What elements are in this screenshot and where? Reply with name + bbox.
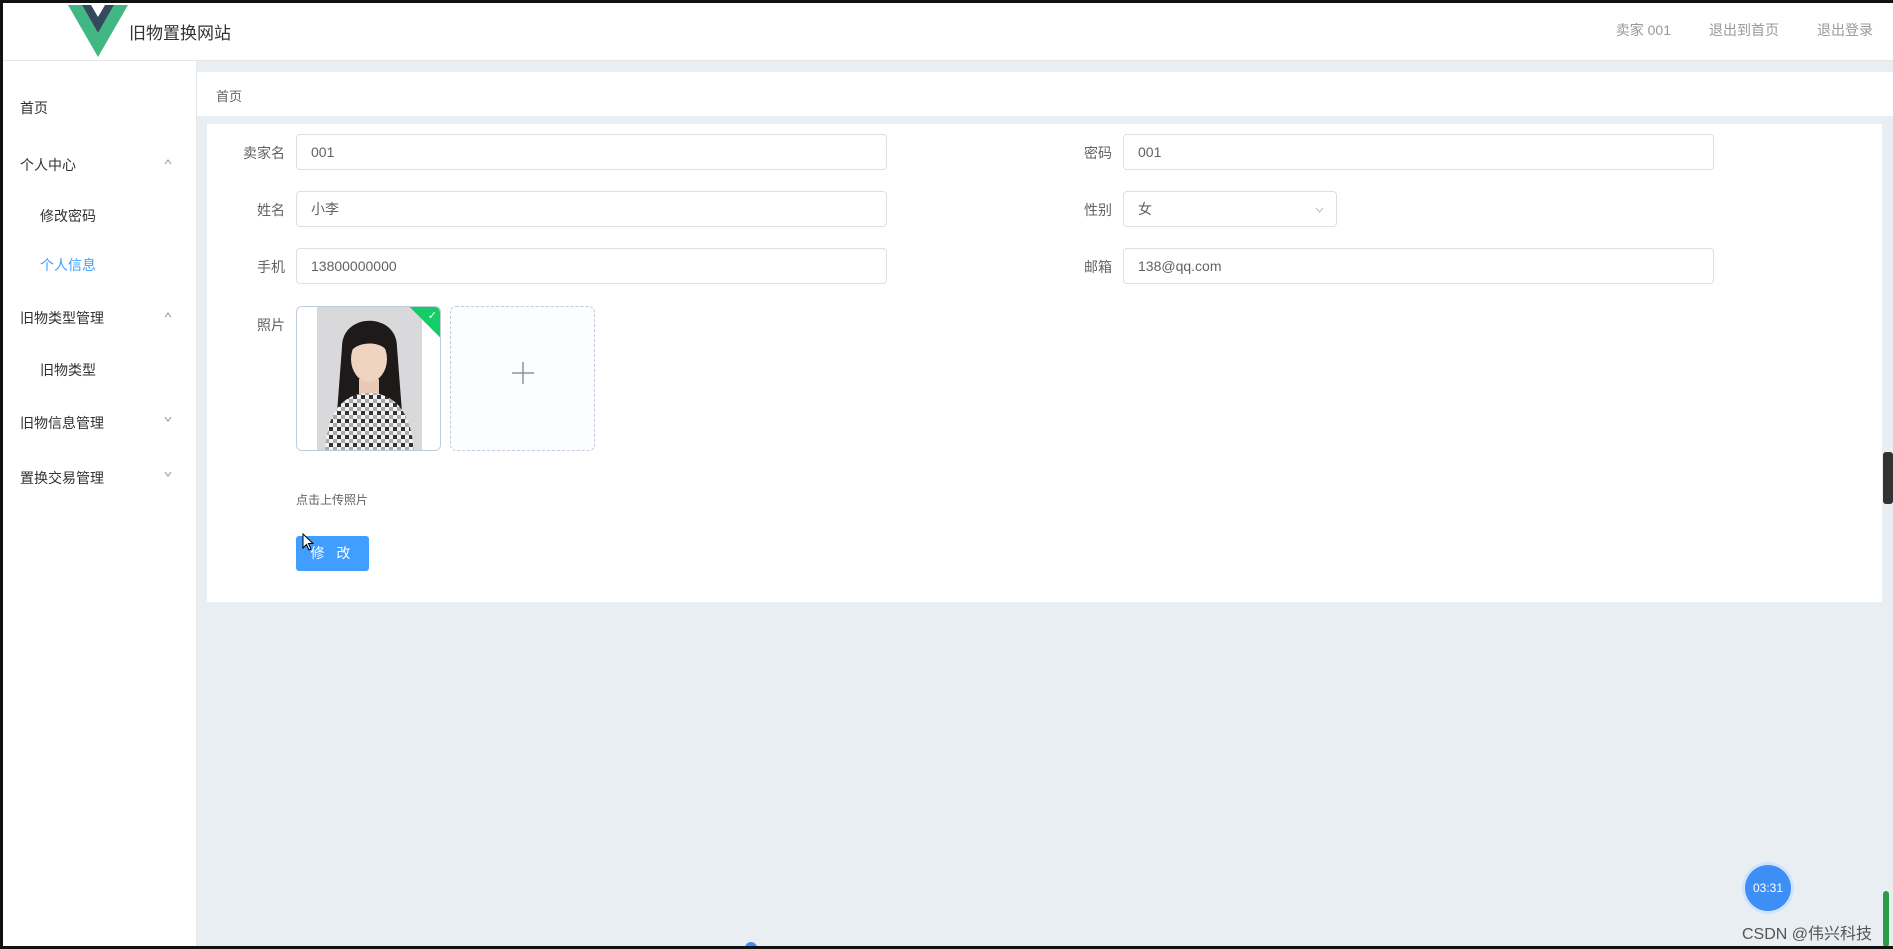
- photo-upload-button[interactable]: [450, 306, 595, 451]
- sidebar-menu: 首页 个人中心 修改密码 个人信息 旧物类型管理 旧物类型 旧物信息管理 置换交…: [0, 61, 197, 949]
- gender-select[interactable]: 女: [1123, 191, 1337, 227]
- chevron-down-icon: [164, 471, 172, 477]
- sidebar-item-item-mgmt[interactable]: 旧物信息管理: [20, 413, 104, 433]
- gender-selected-value: 女: [1138, 201, 1152, 217]
- recording-timer[interactable]: 03:31: [1745, 865, 1791, 911]
- chevron-up-icon: [164, 159, 172, 165]
- sidebar-item-home[interactable]: 首页: [20, 98, 48, 118]
- seller-name-label: 卖家名: [243, 145, 285, 161]
- check-icon: ✓: [427, 310, 437, 322]
- volume-indicator: [1883, 891, 1889, 947]
- name-field[interactable]: 小李: [296, 191, 887, 227]
- name-label: 姓名: [257, 202, 285, 218]
- sidebar-item-category-mgmt[interactable]: 旧物类型管理: [20, 308, 104, 328]
- current-user-label: 卖家 001: [1615, 22, 1671, 38]
- top-header: 旧物置换网站 卖家 001 退出到首页 退出登录: [0, 0, 1893, 61]
- plus-icon: [512, 362, 534, 384]
- vue-logo-icon: [68, 5, 128, 57]
- password-label: 密码: [1084, 145, 1112, 161]
- upload-hint: 点击上传照片: [296, 493, 369, 507]
- gender-label: 性别: [1084, 202, 1112, 218]
- breadcrumb-home[interactable]: 首页: [216, 86, 242, 105]
- back-home-link[interactable]: 退出到首页: [1709, 20, 1779, 40]
- sidebar-item-change-password[interactable]: 修改密码: [40, 206, 96, 226]
- sidebar-item-personal-info[interactable]: 个人信息: [40, 255, 96, 275]
- floating-dot-icon[interactable]: [745, 942, 757, 949]
- header-actions: 卖家 001 退出到首页 退出登录: [1616, 20, 1873, 40]
- sidebar-item-trade-mgmt[interactable]: 置换交易管理: [20, 468, 104, 488]
- uploaded-photo-thumbnail[interactable]: ✓: [296, 306, 441, 451]
- phone-label: 手机: [257, 259, 285, 275]
- sidebar-item-personal-center[interactable]: 个人中心: [20, 155, 76, 175]
- portrait-photo: [297, 307, 440, 450]
- sidebar-item-category[interactable]: 旧物类型: [40, 360, 96, 380]
- chevron-up-icon: [164, 312, 172, 318]
- password-field[interactable]: 001: [1123, 134, 1714, 170]
- phone-field[interactable]: 13800000000: [296, 248, 887, 284]
- chevron-down-icon: [164, 416, 172, 422]
- logout-link[interactable]: 退出登录: [1817, 20, 1873, 40]
- seller-name-field[interactable]: 001: [296, 134, 887, 170]
- mouse-cursor-icon: [302, 533, 315, 551]
- breadcrumb: 首页: [197, 72, 1893, 116]
- csdn-watermark: CSDN @伟兴科技: [1742, 926, 1873, 943]
- email-field[interactable]: 138@qq.com: [1123, 248, 1714, 284]
- chevron-down-icon: [1315, 207, 1324, 213]
- scrollbar-thumb[interactable]: [1883, 452, 1893, 504]
- site-title: 旧物置换网站: [129, 24, 231, 43]
- email-label: 邮箱: [1084, 259, 1112, 275]
- photo-label: 照片: [257, 317, 285, 333]
